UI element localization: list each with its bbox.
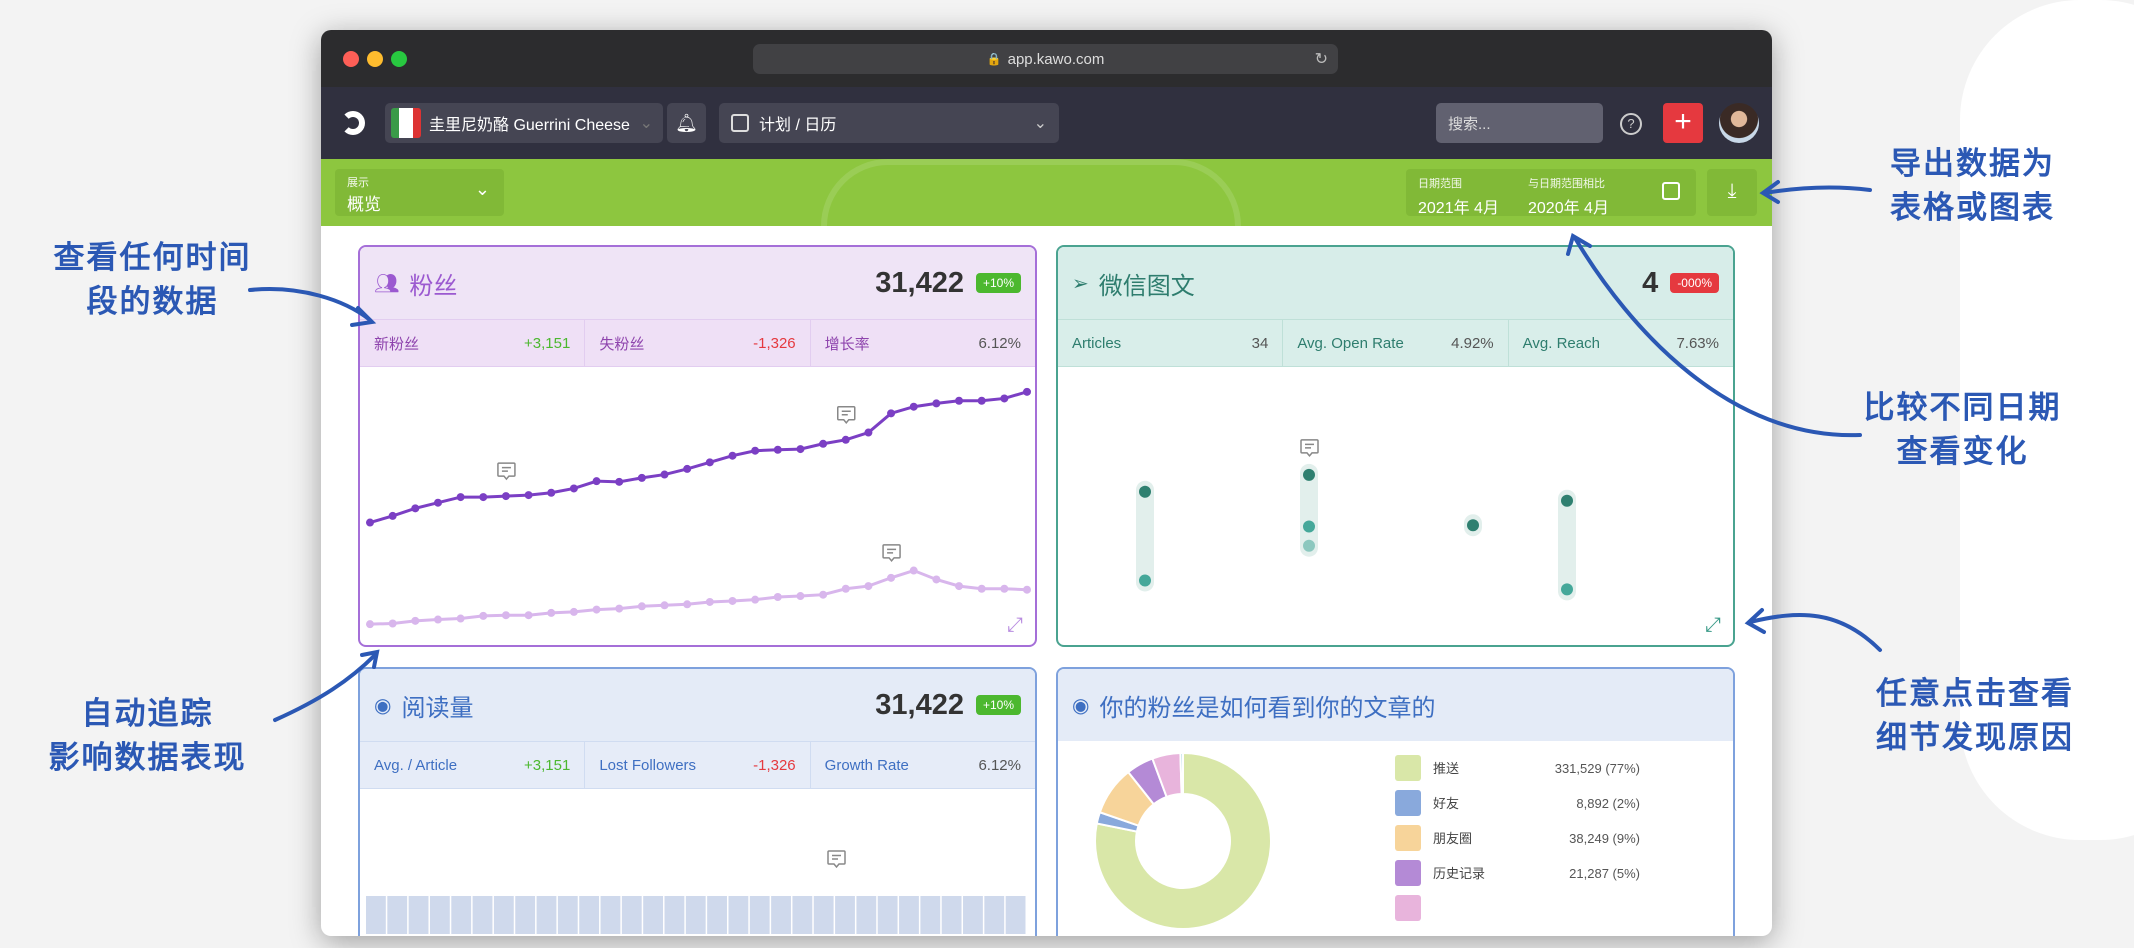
arrow-click-detail — [1748, 613, 1882, 652]
arrow-time-range — [248, 287, 372, 322]
arrow-compare — [1573, 236, 1862, 438]
annotation-arrows — [248, 180, 1882, 722]
arrow-export — [1763, 185, 1872, 195]
arrow-auto-track — [273, 653, 377, 722]
